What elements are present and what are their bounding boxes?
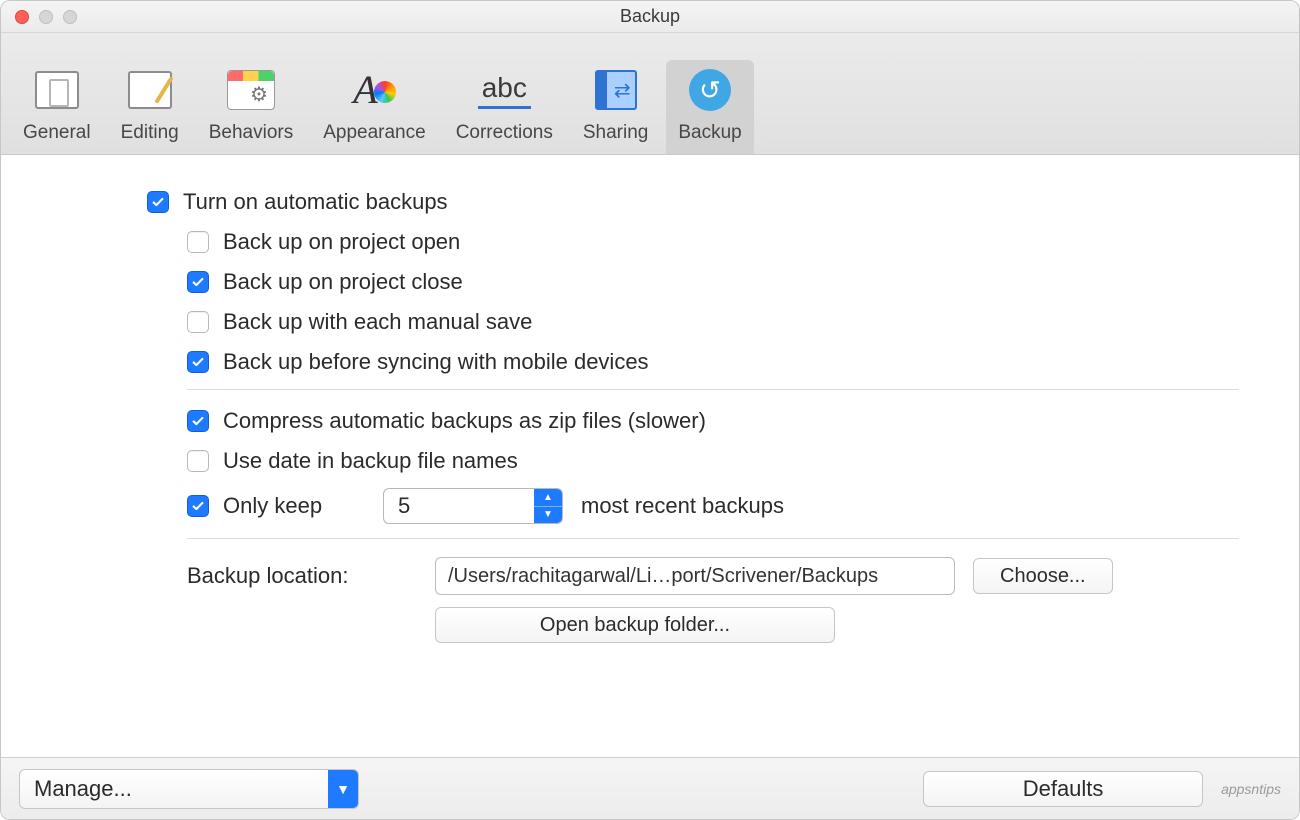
tab-appearance[interactable]: A Appearance — [311, 60, 437, 154]
check-icon — [191, 275, 205, 289]
bottom-bar: Manage... ▼ Defaults appsntips — [1, 757, 1299, 819]
appearance-icon: A — [353, 70, 395, 110]
stepper-buttons[interactable]: ▲ ▼ — [534, 489, 562, 523]
button-label: Open backup folder... — [540, 614, 730, 637]
checkbox-label: Back up with each manual save — [223, 309, 532, 335]
backup-location-path: /Users/rachitagarwal/Li…port/Scrivener/B… — [448, 565, 878, 588]
tab-editing[interactable]: Editing — [109, 60, 191, 154]
tab-label: Behaviors — [209, 122, 294, 144]
close-window-button[interactable] — [15, 10, 29, 24]
tab-behaviors[interactable]: Behaviors — [197, 60, 306, 154]
checkbox-label: Only keep — [223, 493, 383, 519]
keep-count-value: 5 — [384, 493, 534, 519]
tab-corrections[interactable]: abc Corrections — [444, 60, 565, 154]
divider — [187, 389, 1239, 390]
manage-popup[interactable]: Manage... ▼ — [19, 769, 359, 809]
keep-count-stepper[interactable]: 5 ▲ ▼ — [383, 488, 563, 524]
checkbox-label: Back up before syncing with mobile devic… — [223, 349, 649, 375]
chevron-up-icon[interactable]: ▲ — [534, 489, 562, 507]
minimize-window-button[interactable] — [39, 10, 53, 24]
behaviors-icon — [227, 70, 275, 110]
backup-location-label: Backup location: — [187, 563, 417, 589]
zoom-window-button[interactable] — [63, 10, 77, 24]
tab-label: Backup — [678, 122, 741, 144]
only-keep-suffix: most recent backups — [581, 493, 784, 519]
checkbox-label: Use date in backup file names — [223, 448, 518, 474]
checkbox-backup-on-project-open[interactable] — [187, 231, 209, 253]
checkbox-backup-each-manual-save[interactable] — [187, 311, 209, 333]
check-icon — [191, 499, 205, 513]
choose-button[interactable]: Choose... — [973, 558, 1113, 594]
editing-icon — [128, 71, 172, 109]
tab-sharing[interactable]: Sharing — [571, 60, 661, 154]
button-label: Choose... — [1000, 565, 1086, 588]
manage-label: Manage... — [20, 776, 328, 802]
corrections-icon: abc — [478, 72, 531, 109]
checkbox-backup-before-syncing[interactable] — [187, 351, 209, 373]
check-icon — [191, 355, 205, 369]
tab-general[interactable]: General — [11, 60, 103, 154]
tab-label: Sharing — [583, 122, 649, 144]
backup-location-field[interactable]: /Users/rachitagarwal/Li…port/Scrivener/B… — [435, 557, 955, 595]
divider — [187, 538, 1239, 539]
open-backup-folder-button[interactable]: Open backup folder... — [435, 607, 835, 643]
checkbox-label: Back up on project close — [223, 269, 463, 295]
defaults-button[interactable]: Defaults — [923, 771, 1203, 807]
checkbox-label: Back up on project open — [223, 229, 460, 255]
tab-label: General — [23, 122, 91, 144]
checkbox-backup-on-project-close[interactable] — [187, 271, 209, 293]
window-title: Backup — [1, 6, 1299, 27]
watermark: appsntips — [1221, 781, 1281, 797]
checkbox-only-keep[interactable] — [187, 495, 209, 517]
preferences-window: Backup General Editing Behaviors A Appea… — [0, 0, 1300, 820]
chevron-down-icon[interactable]: ▼ — [328, 770, 358, 808]
titlebar: Backup — [1, 1, 1299, 33]
tab-label: Appearance — [323, 122, 425, 144]
checkbox-compress-zip[interactable] — [187, 410, 209, 432]
checkbox-turn-on-automatic-backups[interactable] — [147, 191, 169, 213]
tab-label: Corrections — [456, 122, 553, 144]
check-icon — [151, 195, 165, 209]
backup-icon: ↺ — [689, 69, 731, 111]
chevron-down-icon[interactable]: ▼ — [534, 507, 562, 524]
button-label: Defaults — [1023, 776, 1104, 802]
backup-pane: Turn on automatic backups Back up on pro… — [1, 155, 1299, 757]
tab-backup[interactable]: ↺ Backup — [666, 60, 753, 154]
checkbox-label: Turn on automatic backups — [183, 189, 448, 215]
sharing-icon — [595, 70, 637, 110]
general-icon — [35, 71, 79, 109]
checkbox-use-date-in-filename[interactable] — [187, 450, 209, 472]
window-controls — [15, 10, 77, 24]
preferences-toolbar: General Editing Behaviors A Appearance a… — [1, 33, 1299, 155]
check-icon — [191, 414, 205, 428]
tab-label: Editing — [121, 122, 179, 144]
checkbox-label: Compress automatic backups as zip files … — [223, 408, 706, 434]
